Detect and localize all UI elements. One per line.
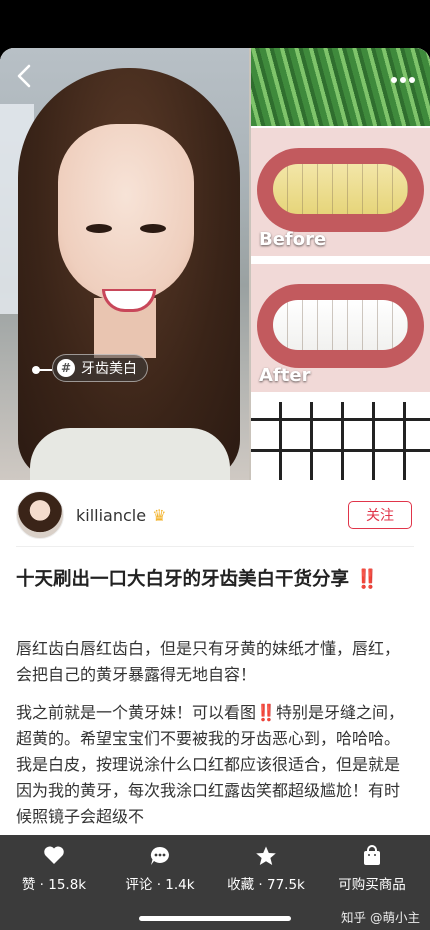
hashtag-icon: #	[57, 359, 75, 377]
comment-button[interactable]: 评论 · 1.4k	[110, 845, 210, 893]
avatar[interactable]	[16, 491, 64, 539]
back-icon[interactable]	[12, 62, 40, 90]
topic-tag[interactable]: # 牙齿美白	[52, 354, 148, 382]
paragraph-1: 唇红齿白唇红齿白，但是只有牙黄的妹纸才懂，唇红，会把自己的黄牙暴露得无地自容！	[16, 639, 401, 684]
topic-tag-label: 牙齿美白	[81, 361, 137, 377]
like-count: 赞 · 15.8k	[21, 877, 87, 893]
paragraph-2: 我之前就是一个黄牙妹！可以看图‼️特别是牙缝之间，超黄的。希望宝宝们不要被我的牙…	[16, 703, 404, 826]
double-exclamation-icon: ‼️	[256, 703, 276, 722]
author-row: killiancle ♛ 关注	[16, 490, 414, 540]
comment-count: 评论 · 1.4k	[125, 877, 195, 893]
more-icon[interactable]	[390, 66, 416, 86]
portrait-photo	[0, 48, 249, 480]
comment-icon	[110, 845, 210, 869]
teeth-comparison: Before After	[251, 48, 430, 480]
shopping-bag-icon	[322, 845, 422, 869]
favorite-count: 收藏 · 77.5k	[227, 877, 305, 893]
plant-photo	[251, 48, 430, 126]
home-indicator[interactable]	[139, 916, 291, 921]
star-icon	[216, 845, 316, 869]
hero-image[interactable]: Before After # 牙齿美白	[0, 48, 430, 480]
favorite-button[interactable]: 收藏 · 77.5k	[216, 845, 316, 893]
after-label: After	[259, 365, 311, 386]
double-exclamation-icon: ‼️	[355, 569, 379, 590]
post-title: 十天刷出一口大白牙的牙齿美白干货分享 ‼️	[16, 569, 379, 590]
author-name[interactable]: killiancle	[76, 506, 146, 525]
buy-button[interactable]: 可购买商品	[322, 845, 422, 893]
like-button[interactable]: 赞 · 15.8k	[4, 845, 104, 893]
divider	[16, 546, 414, 547]
before-label: Before	[259, 229, 327, 250]
crown-icon: ♛	[152, 505, 167, 525]
heart-icon	[4, 845, 104, 869]
watermark: 知乎 @萌小主	[341, 910, 420, 925]
post-card: Before After # 牙齿美白 killiancle ♛ 关注 十天刷出…	[0, 48, 430, 930]
follow-button[interactable]: 关注	[348, 501, 412, 529]
before-panel: Before	[251, 128, 430, 256]
grid-pattern	[251, 402, 430, 480]
after-panel: After	[251, 264, 430, 392]
face	[58, 124, 194, 312]
buy-label: 可购买商品	[338, 877, 406, 893]
